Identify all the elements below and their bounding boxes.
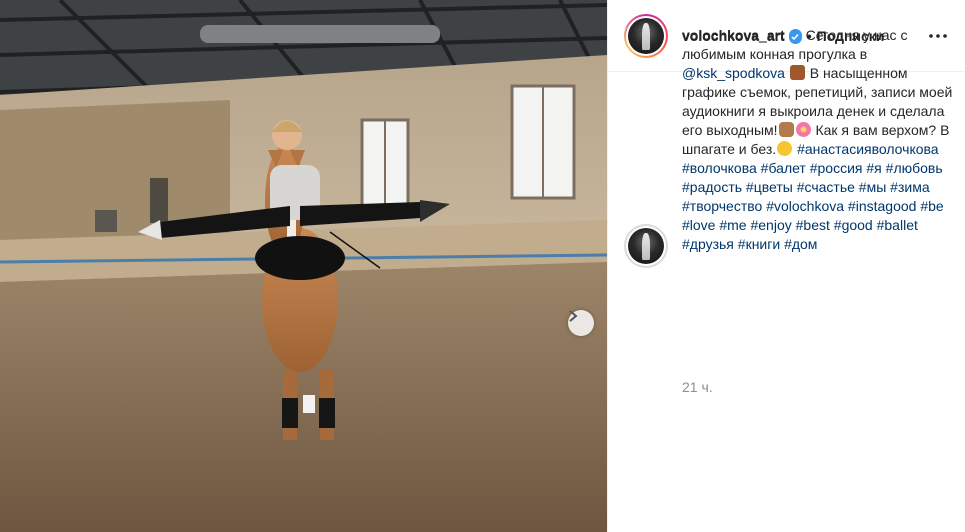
post-side-panel: volochkova_art • Подписки volochkova_art…	[607, 0, 965, 532]
hashtag-link[interactable]: #любовь	[886, 160, 943, 176]
verified-badge-icon	[788, 30, 802, 44]
post-photo[interactable]	[0, 0, 607, 532]
hashtag-link[interactable]: #цветы	[746, 179, 793, 195]
horse-emoji	[789, 65, 805, 80]
hashtag-link[interactable]: #россия	[810, 160, 863, 176]
caption-avatar[interactable]	[624, 224, 668, 268]
riding-arena-scene	[0, 0, 607, 532]
post-timestamp: 21 ч.	[682, 379, 713, 395]
hashtag-link[interactable]: #дом	[784, 236, 817, 252]
hashtag-list: #анастасияволочкова #волочкова #балет #р…	[682, 141, 944, 252]
next-image-button[interactable]	[568, 310, 594, 336]
hashtag-link[interactable]: #me	[719, 217, 746, 233]
instagram-post: volochkova_art • Подписки volochkova_art…	[0, 0, 965, 532]
thumbs-up-emoji	[778, 122, 794, 137]
hashtag-link[interactable]: #волочкова	[682, 160, 757, 176]
hashtag-link[interactable]: #я	[866, 160, 881, 176]
hashtag-link[interactable]: #be	[920, 198, 943, 214]
caption-username[interactable]: volochkova_art	[682, 27, 785, 43]
hashtag-link[interactable]: #друзья	[682, 236, 734, 252]
hashtag-link[interactable]: #балет	[761, 160, 806, 176]
hashtag-link[interactable]: #книги	[738, 236, 780, 252]
hashtag-link[interactable]: #good	[834, 217, 873, 233]
hashtag-link[interactable]: #love	[682, 217, 715, 233]
hashtag-link[interactable]: #радость	[682, 179, 742, 195]
post-caption: volochkova_art Сегодня у нас с любимым к…	[682, 26, 954, 254]
hashtag-link[interactable]: #instagood	[848, 198, 917, 214]
hashtag-link[interactable]: #творчество	[682, 198, 762, 214]
hashtag-link[interactable]: #анастасияволочкова	[797, 141, 939, 157]
hashtag-link[interactable]: #enjoy	[750, 217, 791, 233]
hashtag-link[interactable]: #ballet	[877, 217, 918, 233]
chevron-right-icon	[569, 310, 578, 322]
hashtag-link[interactable]: #счастье	[797, 179, 855, 195]
profile-avatar[interactable]	[624, 13, 668, 58]
hashtag-link[interactable]: #мы	[859, 179, 886, 195]
hashtag-link[interactable]: #зима	[890, 179, 929, 195]
mention-link[interactable]: @ksk_spodkova	[682, 65, 785, 81]
hashtag-link[interactable]: #volochkova	[766, 198, 844, 214]
hashtag-link[interactable]: #best	[796, 217, 830, 233]
flower-emoji	[795, 122, 811, 137]
laughing-emoji	[777, 141, 793, 156]
